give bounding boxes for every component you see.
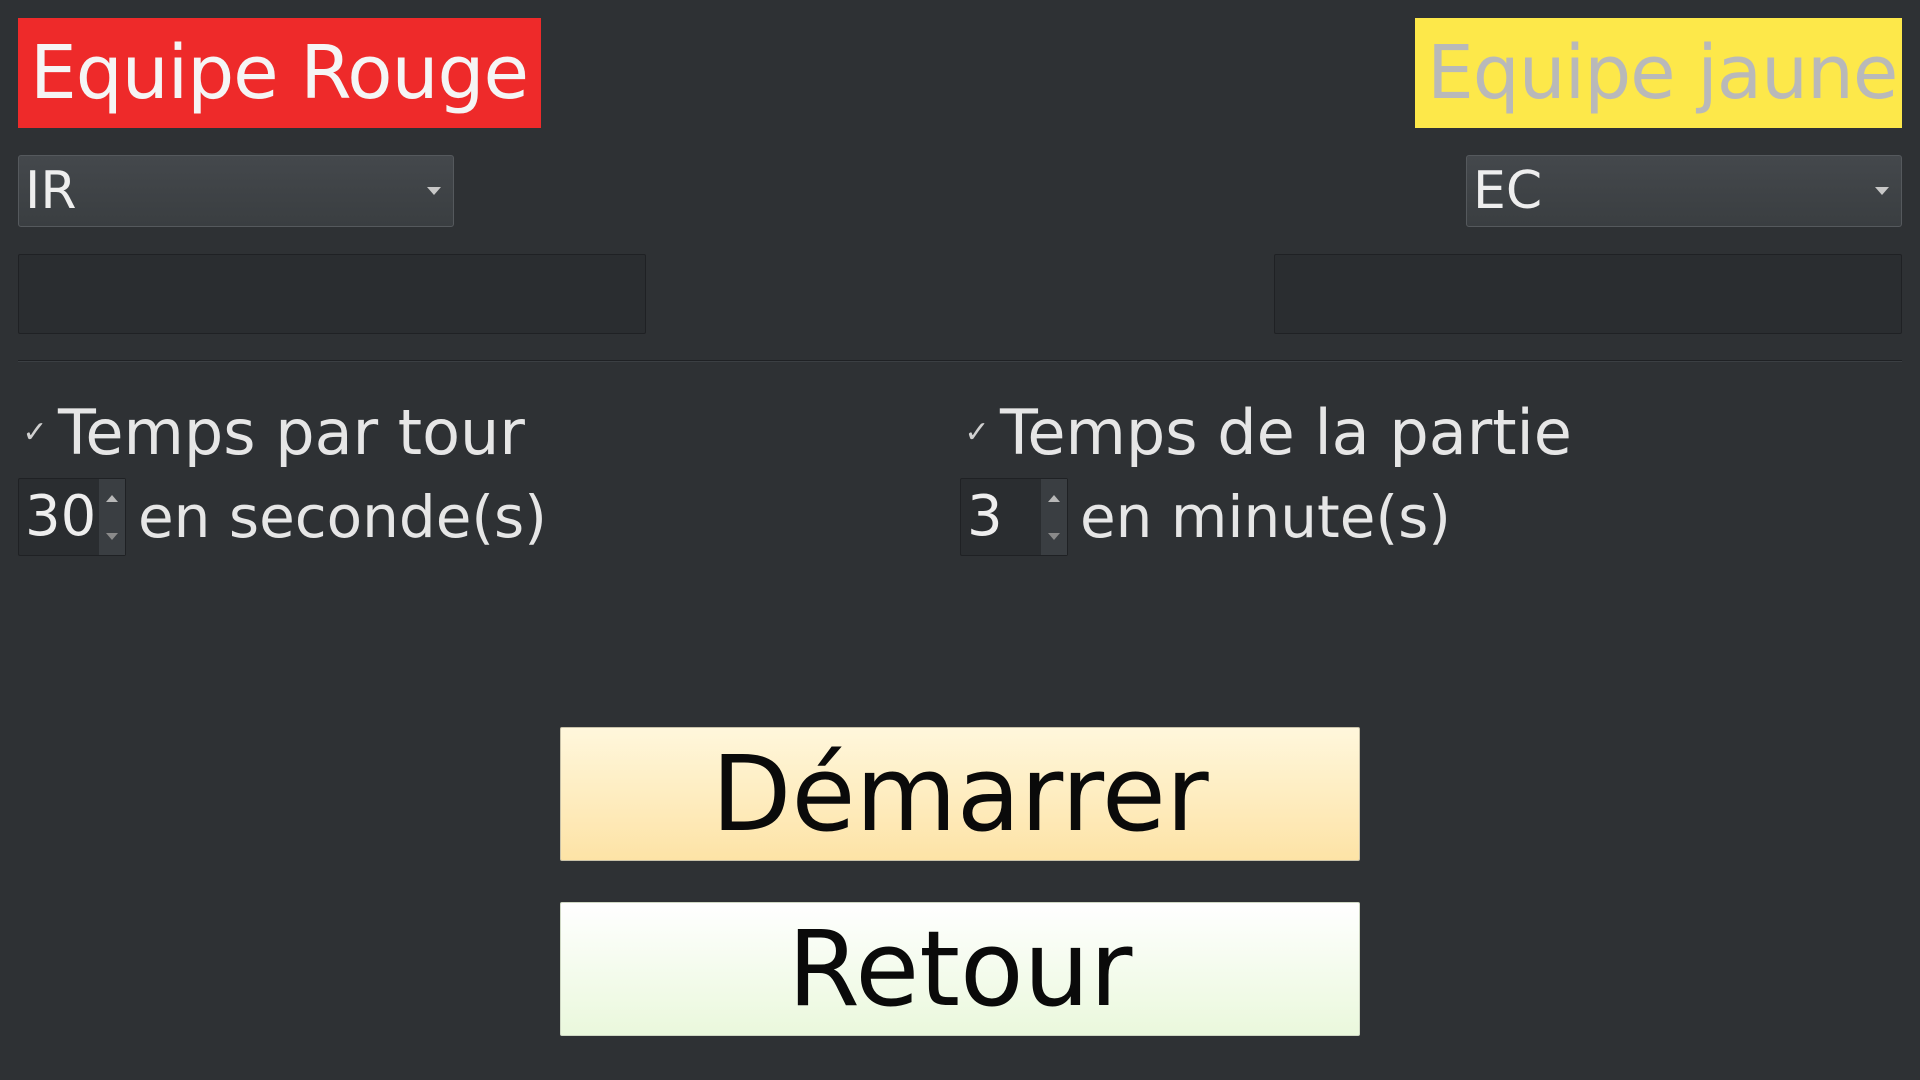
game-time-spin-row: 3 en minute(s) [960, 478, 1451, 556]
game-time-checkbox[interactable]: ✓ [960, 416, 994, 450]
game-time-stepper [1041, 479, 1067, 555]
red-team-name-input[interactable] [18, 254, 646, 334]
turn-time-decrement-button[interactable] [99, 517, 125, 555]
turn-time-checkbox-row[interactable]: ✓ Temps par tour [18, 395, 525, 471]
turn-time-checkbox[interactable]: ✓ [18, 416, 52, 450]
horizontal-divider [18, 360, 1902, 362]
game-time-checkbox-row[interactable]: ✓ Temps de la partie [960, 395, 1572, 471]
game-time-spinbox[interactable]: 3 [960, 478, 1068, 556]
turn-time-stepper [99, 479, 125, 555]
game-time-increment-button[interactable] [1041, 479, 1067, 517]
chevron-down-icon [427, 187, 441, 195]
red-team-label: Equipe Rouge [18, 18, 541, 128]
chevron-down-icon [1875, 187, 1889, 195]
arrow-down-icon [106, 532, 118, 540]
turn-time-spin-row: 30 en seconde(s) [18, 478, 547, 556]
game-setup-screen: Equipe Rouge Equipe jaune IR EC ✓ Temps … [0, 0, 1920, 1080]
start-button[interactable]: Démarrer [560, 727, 1360, 861]
arrow-down-icon [1048, 532, 1060, 540]
yellow-team-label: Equipe jaune [1415, 18, 1902, 128]
red-team-selected-value: IR [25, 161, 77, 221]
red-team-player-select[interactable]: IR [18, 155, 454, 227]
turn-time-increment-button[interactable] [99, 479, 125, 517]
turn-time-spinbox[interactable]: 30 [18, 478, 126, 556]
game-time-label: Temps de la partie [1000, 396, 1572, 469]
yellow-team-name-input[interactable] [1274, 254, 1902, 334]
game-time-decrement-button[interactable] [1041, 517, 1067, 555]
game-time-value[interactable]: 3 [961, 489, 1003, 545]
back-button[interactable]: Retour [560, 902, 1360, 1036]
game-time-unit-label: en minute(s) [1080, 483, 1451, 551]
turn-time-value[interactable]: 30 [19, 489, 96, 545]
turn-time-label: Temps par tour [58, 396, 525, 469]
yellow-team-player-select[interactable]: EC [1466, 155, 1902, 227]
arrow-up-icon [106, 494, 118, 502]
arrow-up-icon [1048, 494, 1060, 502]
turn-time-unit-label: en seconde(s) [138, 483, 547, 551]
yellow-team-selected-value: EC [1473, 161, 1543, 221]
